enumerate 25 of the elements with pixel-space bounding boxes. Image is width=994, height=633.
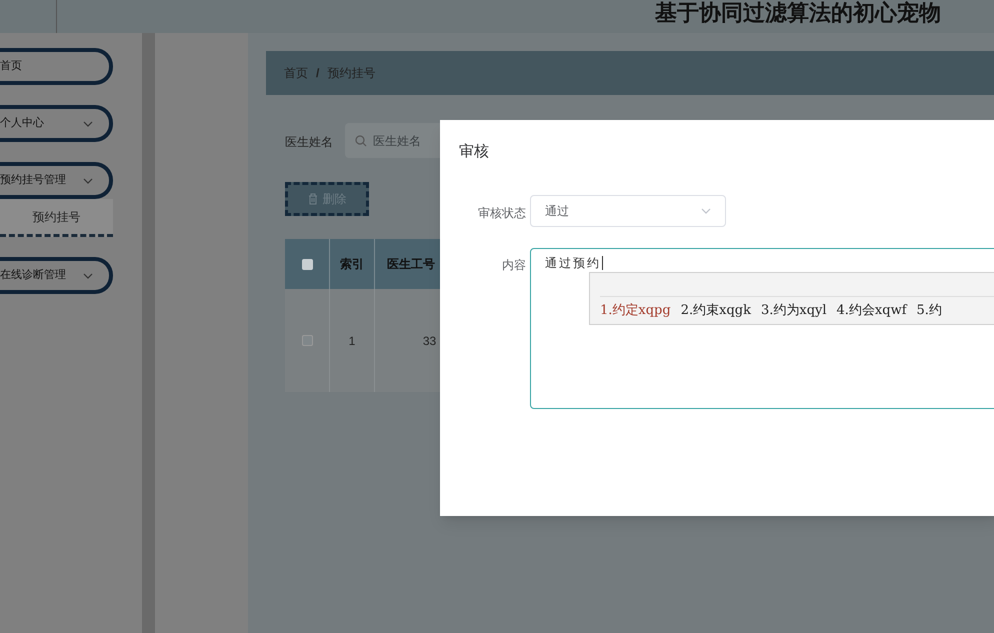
submenu-item[interactable]: 预约挂号	[0, 199, 113, 237]
sidebar-menu-item[interactable]: 首页	[0, 48, 113, 85]
breadcrumb-current: 预约挂号	[327, 65, 376, 82]
site-title: 基于协同过滤算法的初心宠物	[655, 0, 941, 27]
column-header: 医生工号	[387, 256, 435, 273]
ime-candidate[interactable]: 4.约会xqwf	[836, 300, 907, 320]
field-label: 内容	[502, 257, 526, 274]
ime-candidate[interactable]: 5.约	[916, 300, 942, 320]
breadcrumb-separator: /	[316, 65, 320, 82]
row-checkbox[interactable]	[302, 335, 312, 346]
status-select[interactable]: 通过	[530, 195, 726, 227]
select-all-checkbox[interactable]	[302, 258, 312, 270]
sidebar-menu-item[interactable]: 预约挂号管理	[0, 162, 113, 199]
sidebar-menu-item[interactable]: 个人中心	[0, 105, 113, 142]
field-label: 审核状态	[478, 205, 526, 222]
ime-candidate[interactable]: 2.约束xqgk	[680, 300, 751, 320]
trash-icon	[308, 193, 318, 205]
chevron-down-icon	[701, 208, 711, 214]
table-cell-text: 1	[348, 332, 356, 350]
sidebar-menu-item[interactable]: 在线诊断管理	[0, 257, 113, 294]
ime-candidate[interactable]: 3.约为xqyl	[760, 300, 827, 320]
column-header: 索引	[340, 256, 364, 273]
search-label: 医生姓名	[285, 134, 333, 151]
table-cell-text: 33	[422, 332, 436, 350]
ime-candidate[interactable]: 1.约定xqpg	[600, 300, 671, 320]
